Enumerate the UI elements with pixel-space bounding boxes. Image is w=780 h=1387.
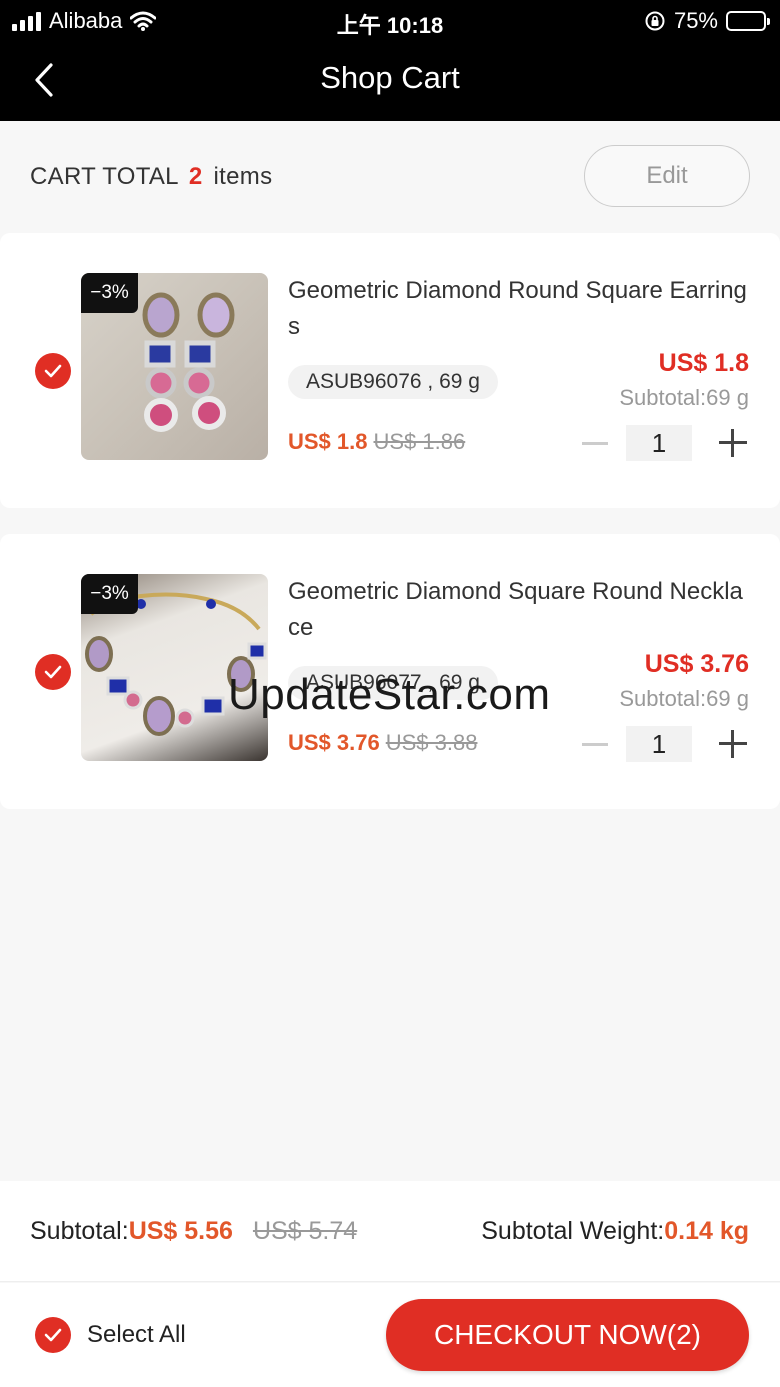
item-total-price: US$ 3.76: [644, 650, 749, 678]
rotation-lock-icon: [645, 11, 665, 31]
nav-bar: Shop Cart: [0, 40, 780, 121]
item-checkbox[interactable]: [35, 353, 71, 389]
status-right: 75%: [644, 8, 770, 34]
watermark-text: UpdateStar.com: [228, 670, 551, 719]
price-current: US$ 1.8: [288, 429, 368, 454]
checkout-bar: Select All CHECKOUT NOW(2): [0, 1283, 780, 1387]
price-original: US$ 3.88: [385, 730, 478, 755]
quantity-stepper: 1: [579, 423, 749, 463]
unit-price: US$ 1.8 US$ 1.86: [288, 429, 465, 455]
select-all-checkbox[interactable]: [35, 1317, 71, 1353]
item-subtotal-weight: Subtotal:69 g: [619, 686, 749, 711]
weight-value: 0.14 kg: [664, 1217, 749, 1245]
order-summary: Subtotal:US$ 5.56 US$ 5.74 Subtotal Weigh…: [0, 1181, 780, 1282]
weight-summary: Subtotal Weight:0.14 kg: [481, 1217, 749, 1246]
subtotal-current: US$ 5.56: [128, 1217, 233, 1245]
cart-total: CART TOTAL 2 items: [30, 163, 272, 191]
item-total-price: US$ 1.8: [658, 349, 749, 377]
subtotal-original: US$ 5.74: [252, 1217, 358, 1245]
subtotal-summary: Subtotal:US$ 5.56 US$ 5.74: [30, 1217, 357, 1246]
discount-badge: −3%: [81, 574, 138, 614]
quantity-field[interactable]: 1: [626, 425, 692, 461]
page-title: Shop Cart: [320, 60, 460, 95]
minus-icon: [582, 441, 608, 445]
product-image-earrings[interactable]: −3%: [81, 273, 268, 460]
quantity-field[interactable]: 1: [626, 726, 692, 762]
cart-total-label: CART TOTAL: [30, 163, 178, 190]
select-all-label[interactable]: Select All: [87, 1321, 186, 1349]
price-original: US$ 1.86: [373, 429, 466, 454]
increase-quantity-button[interactable]: [717, 427, 749, 459]
product-title[interactable]: Geometric Diamond Square Round Necklace: [288, 574, 753, 646]
unit-price: US$ 3.76 US$ 3.88: [288, 730, 477, 756]
minus-icon: [582, 742, 608, 746]
cart-items-word: items: [213, 163, 273, 190]
item-subtotal-weight: Subtotal:69 g: [619, 385, 749, 410]
increase-quantity-button[interactable]: [717, 728, 749, 760]
checkmark-icon: [44, 364, 62, 378]
cart-item: −3% Geometric Diamond Round Square Earri…: [0, 233, 780, 508]
battery-percent: 75%: [673, 8, 718, 33]
battery-icon: [726, 11, 770, 31]
checkmark-icon: [44, 665, 62, 679]
decrease-quantity-button[interactable]: [579, 732, 611, 756]
weight-label: Subtotal Weight:: [481, 1217, 665, 1245]
decrease-quantity-button[interactable]: [579, 431, 611, 455]
checkmark-icon: [44, 1328, 62, 1342]
status-bar: Alibaba 上午 10:18 75%: [0, 0, 780, 40]
product-variant[interactable]: ASUB96076 , 69 g: [288, 365, 498, 399]
product-title[interactable]: Geometric Diamond Round Square Earrings: [288, 273, 753, 345]
edit-button[interactable]: Edit: [584, 145, 750, 207]
cart-item-count: 2: [188, 163, 203, 190]
checkout-button[interactable]: CHECKOUT NOW(2): [386, 1299, 749, 1371]
product-image-necklace[interactable]: −3%: [81, 574, 268, 761]
item-checkbox[interactable]: [35, 654, 71, 690]
price-current: US$ 3.76: [288, 730, 380, 755]
subtotal-label: Subtotal:: [30, 1217, 129, 1245]
cart-header: CART TOTAL 2 items Edit: [0, 121, 780, 231]
quantity-stepper: 1: [579, 724, 749, 764]
discount-badge: −3%: [81, 273, 138, 313]
